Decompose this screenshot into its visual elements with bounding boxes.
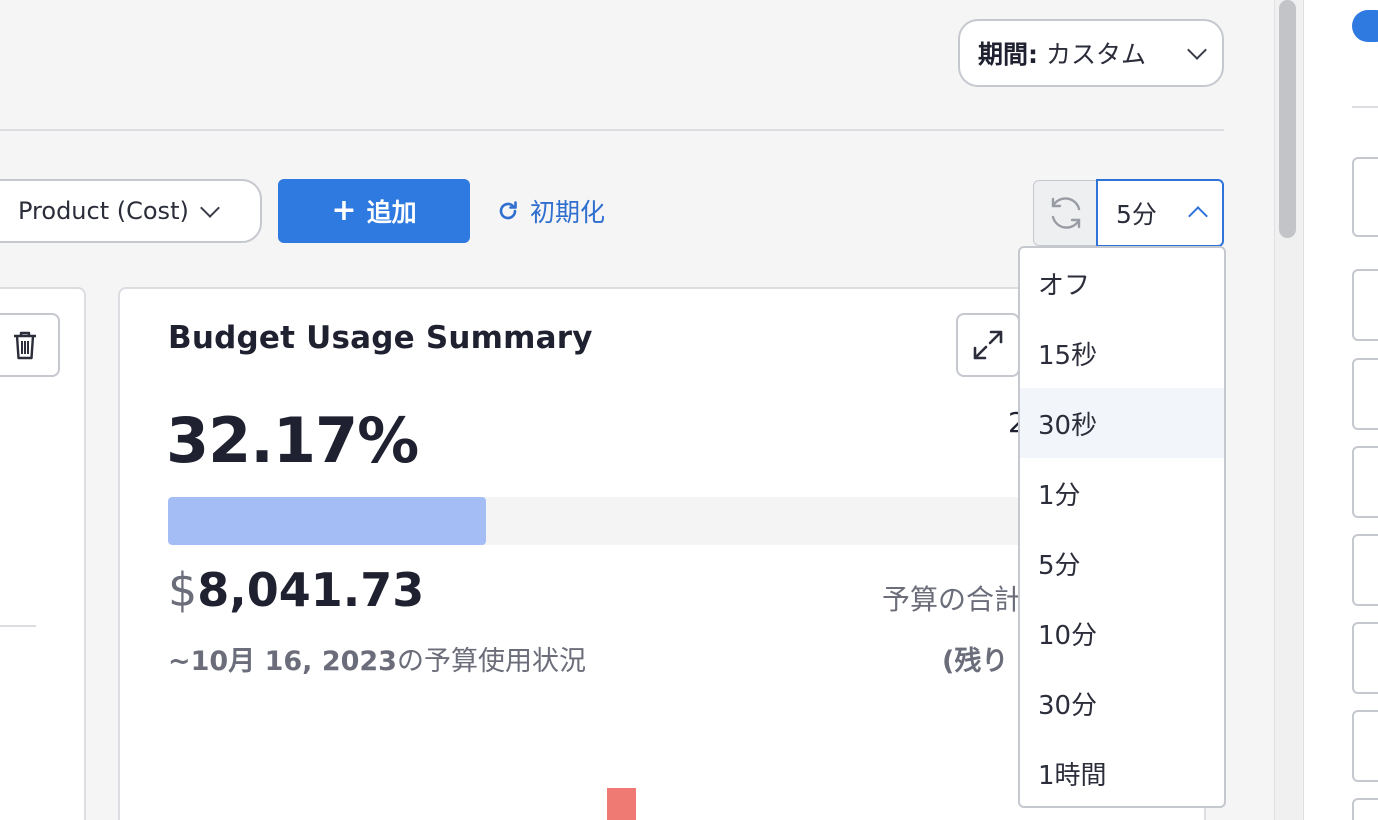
- side-panel-toggle[interactable]: [1352, 10, 1378, 42]
- side-panel-field[interactable]: [1352, 157, 1378, 237]
- dropdown-option[interactable]: 1時間: [1020, 738, 1224, 806]
- side-panel-field[interactable]: [1352, 798, 1378, 820]
- reset-icon: [499, 201, 517, 220]
- usage-suffix: の予算使用状況: [396, 646, 586, 677]
- side-panel-field[interactable]: [1352, 269, 1378, 341]
- card-title: Budget Usage Summary: [168, 320, 593, 356]
- reset-label: 初期化: [530, 198, 606, 227]
- refresh-interval-select[interactable]: 5分: [1096, 179, 1224, 247]
- add-button-label: 追加: [366, 198, 417, 227]
- dropdown-option[interactable]: 1分: [1020, 458, 1224, 528]
- group-by-select[interactable]: Product (Cost): [0, 179, 262, 243]
- delete-widget-button[interactable]: [0, 313, 60, 377]
- dropdown-option[interactable]: オフ: [1020, 248, 1224, 318]
- amount-value: 8,041.73: [197, 563, 425, 617]
- trash-icon: [14, 331, 36, 360]
- scrollbar-thumb[interactable]: [1279, 0, 1296, 238]
- usage-percent: 32.17%: [166, 404, 419, 477]
- chevron-down-icon: [1187, 40, 1207, 60]
- dropdown-option[interactable]: 5分: [1020, 528, 1224, 598]
- left-card-divider: [0, 625, 36, 627]
- refresh-icon: [1051, 197, 1081, 229]
- dropdown-option[interactable]: 30秒: [1020, 388, 1224, 458]
- plus-icon: +: [331, 193, 357, 228]
- side-panel-field[interactable]: [1352, 446, 1378, 518]
- usage-progress-bar: [168, 497, 1028, 545]
- expand-button[interactable]: [956, 313, 1020, 377]
- period-label: 期間:: [978, 40, 1038, 69]
- refresh-interval-dropdown: オフ 15秒 30秒 1分 5分 10分 30分 1時間: [1018, 246, 1226, 808]
- dropdown-option[interactable]: 10分: [1020, 598, 1224, 668]
- header-divider: [0, 129, 1224, 131]
- side-panel-field[interactable]: [1352, 622, 1378, 694]
- usage-date: ~10月 16, 2023: [168, 646, 397, 677]
- group-by-value: Product (Cost): [18, 197, 189, 225]
- dropdown-option[interactable]: 15秒: [1020, 318, 1224, 388]
- reset-button[interactable]: 初期化: [496, 191, 605, 231]
- budget-total-label: 予算の合計: [882, 583, 1023, 616]
- usage-date-caption: ~10月 16, 2023の予算使用状況: [168, 639, 586, 678]
- chevron-up-icon: [1188, 206, 1208, 226]
- period-select[interactable]: 期間: カスタム: [958, 19, 1224, 87]
- budget-remaining-label: (残り: [942, 646, 1009, 677]
- chevron-down-icon: [199, 198, 220, 218]
- usage-amount: $8,041.73: [168, 563, 424, 617]
- period-value: カスタム: [1046, 40, 1147, 69]
- refresh-button[interactable]: [1033, 180, 1098, 246]
- currency-symbol: $: [168, 563, 198, 617]
- add-widget-button[interactable]: + 追加: [278, 179, 470, 243]
- side-panel-field[interactable]: [1352, 710, 1378, 782]
- dropdown-option[interactable]: 30分: [1020, 668, 1224, 738]
- refresh-interval-value: 5分: [1116, 200, 1157, 229]
- side-panel-divider: [1352, 106, 1378, 108]
- side-panel-field[interactable]: [1352, 358, 1378, 430]
- usage-progress-fill: [168, 497, 487, 545]
- expand-icon: [973, 330, 1003, 360]
- side-panel-field[interactable]: [1352, 534, 1378, 606]
- chart-bar: [607, 788, 636, 820]
